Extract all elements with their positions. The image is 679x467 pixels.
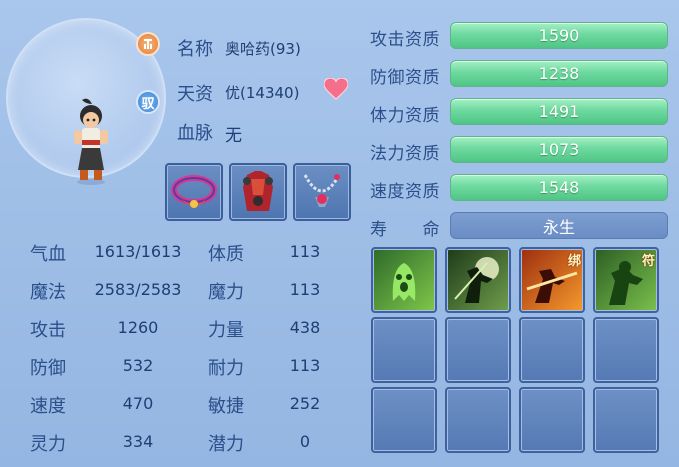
skill-slot-empty[interactable] <box>519 387 585 453</box>
constitution-value: 113 <box>289 242 321 261</box>
necklace-icon <box>303 174 341 207</box>
pet-character-sprite <box>74 98 108 185</box>
mp-label: 魔法 <box>30 282 66 303</box>
pet-info-panel: 驭 名称 奥哈药(93) 天资 优(14340) 血脉 无 气血 1613/16… <box>0 0 679 467</box>
attack-aptitude-value: 1590 <box>538 26 580 45</box>
stamina-aptitude-label: 体力资质 <box>370 106 440 126</box>
stat-row: 速度 470 敏捷 252 <box>30 388 350 426</box>
speed-value: 470 <box>122 394 154 413</box>
bloodline-value: 无 <box>225 126 242 146</box>
aptitude-value: 优(14340) <box>225 84 300 102</box>
stat-row: 气血 1613/1613 体质 113 <box>30 236 350 274</box>
skill-slot-empty[interactable] <box>445 317 511 383</box>
strength-label: 力量 <box>208 320 244 341</box>
equipment-slots <box>165 163 351 221</box>
attack-aptitude-bar: 1590 <box>450 22 668 49</box>
skill-slot-empty[interactable] <box>593 317 659 383</box>
skill-slot-ghost[interactable] <box>371 247 437 313</box>
skill-slot-empty[interactable] <box>519 317 585 383</box>
speed-label: 速度 <box>30 396 66 417</box>
magic-aptitude-bar: 1073 <box>450 136 668 163</box>
endurance-value: 113 <box>289 356 321 375</box>
attack-label: 攻击 <box>30 320 66 341</box>
bloodline-label: 血脉 <box>177 123 213 144</box>
attack-value: 1260 <box>117 318 159 337</box>
constitution-label: 体质 <box>208 244 244 265</box>
aptitude-row: 法力资质 1073 <box>370 135 670 173</box>
name-label: 名称 <box>177 39 213 60</box>
equip-slot-necklace[interactable] <box>293 163 351 221</box>
skill-slot-empty[interactable] <box>593 387 659 453</box>
defense-label: 防御 <box>30 358 66 379</box>
skill-slot-talisman[interactable]: 符 <box>593 247 659 313</box>
skill-slot-empty[interactable] <box>371 387 437 453</box>
skill-tag-talisman: 符 <box>641 254 655 269</box>
attribute-stats: 气血 1613/1613 体质 113 魔法 2583/2583 魔力 113 … <box>30 236 350 464</box>
aptitude-row: 防御资质 1238 <box>370 59 670 97</box>
potential-value: 0 <box>299 432 311 451</box>
heart-icon[interactable] <box>324 78 348 100</box>
magic-aptitude-label: 法力资质 <box>370 144 440 164</box>
name-value: 奥哈药(93) <box>225 40 301 58</box>
strength-value: 438 <box>289 318 321 337</box>
equip-slot-collar[interactable] <box>165 163 223 221</box>
pet-type-badge-icon <box>136 32 160 56</box>
agility-value: 252 <box>289 394 321 413</box>
skill-grid: 绑 符 <box>371 247 659 453</box>
speed-aptitude-value: 1548 <box>538 178 580 197</box>
tame-badge: 驭 <box>136 90 160 114</box>
lifespan-value: 永生 <box>542 217 575 237</box>
mp-value: 2583/2583 <box>94 280 182 299</box>
defense-aptitude-value: 1238 <box>538 64 580 83</box>
skill-slot-bind[interactable]: 绑 <box>519 247 585 313</box>
skill-tag-bind: 绑 <box>567 254 581 269</box>
aptitude-row: 攻击资质 1590 <box>370 21 670 59</box>
lifespan-label: 寿 命 <box>370 220 440 240</box>
magic-aptitude-value: 1073 <box>538 140 580 159</box>
collar-icon <box>171 175 217 208</box>
potential-label: 潜力 <box>208 434 244 455</box>
magic-power-value: 113 <box>289 280 321 299</box>
aptitude-row: 体力资质 1491 <box>370 97 670 135</box>
shadow-warrior-skill-icon <box>454 257 499 303</box>
skill-slot-empty[interactable] <box>445 387 511 453</box>
aptitude-label: 天资 <box>177 84 213 105</box>
aptitude-list: 攻击资质 1590 防御资质 1238 体力资质 1491 法力资质 1073 … <box>370 21 670 249</box>
skill-slot-empty[interactable] <box>371 317 437 383</box>
speed-aptitude-label: 速度资质 <box>370 182 440 202</box>
defense-aptitude-bar: 1238 <box>450 60 668 87</box>
lifespan-bar: 永生 <box>450 212 668 239</box>
hp-label: 气血 <box>30 244 66 265</box>
stat-row: 灵力 334 潜力 0 <box>30 426 350 464</box>
attack-aptitude-label: 攻击资质 <box>370 30 440 50</box>
aptitude-row: 寿 命 永生 <box>370 211 670 249</box>
ghost-skill-icon <box>392 263 416 301</box>
defense-aptitude-label: 防御资质 <box>370 68 440 88</box>
stamina-aptitude-bar: 1491 <box>450 98 668 125</box>
agility-label: 敏捷 <box>208 396 244 417</box>
spirit-value: 334 <box>122 432 154 451</box>
speed-aptitude-bar: 1548 <box>450 174 668 201</box>
equip-slot-armor[interactable] <box>229 163 287 221</box>
armor-icon <box>243 171 273 211</box>
magic-power-label: 魔力 <box>208 282 244 303</box>
stamina-aptitude-value: 1491 <box>538 102 580 121</box>
stat-row: 攻击 1260 力量 438 <box>30 312 350 350</box>
endurance-label: 耐力 <box>208 358 244 379</box>
skill-slot-shadow[interactable] <box>445 247 511 313</box>
aptitude-row: 速度资质 1548 <box>370 173 670 211</box>
spirit-label: 灵力 <box>30 434 66 455</box>
hp-value: 1613/1613 <box>94 242 182 261</box>
defense-value: 532 <box>122 356 154 375</box>
stat-row: 魔法 2583/2583 魔力 113 <box>30 274 350 312</box>
stat-row: 防御 532 耐力 113 <box>30 350 350 388</box>
